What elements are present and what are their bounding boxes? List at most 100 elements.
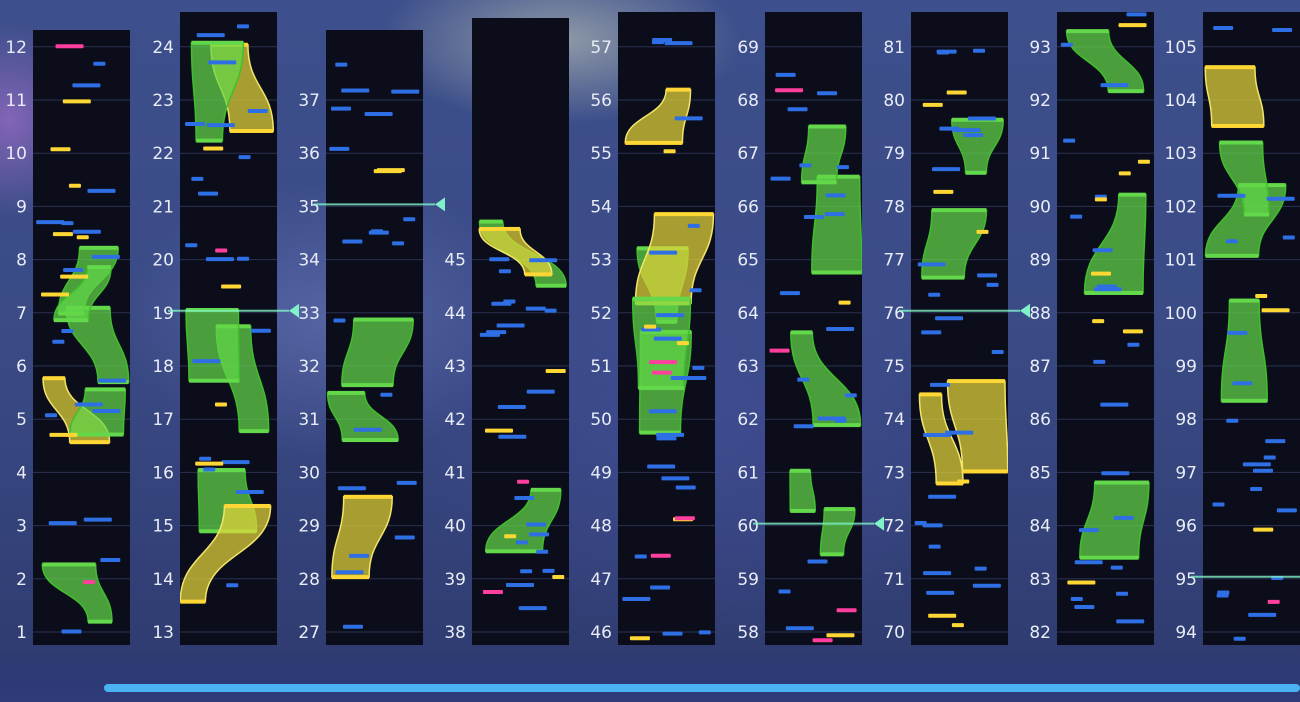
measure-number-label: 50 xyxy=(590,410,612,430)
lane-column-13-26[interactable] xyxy=(180,0,277,645)
tap-note xyxy=(656,432,685,437)
tap-note xyxy=(514,495,535,500)
measure-number-label: 45 xyxy=(444,251,466,271)
tap-note xyxy=(1227,330,1248,335)
lane-column-94-107[interactable] xyxy=(1203,0,1300,645)
measure-number-label: 44 xyxy=(444,304,466,324)
measure-number-label: 55 xyxy=(590,144,612,164)
slide-start-note xyxy=(42,376,65,381)
tap-note xyxy=(787,107,808,112)
slide-end-note xyxy=(638,386,684,391)
critical-note xyxy=(1137,159,1150,164)
measure-number-label: 99 xyxy=(1175,357,1197,377)
tap-note xyxy=(333,318,346,323)
tap-note xyxy=(923,571,952,576)
measure-number-label: 80 xyxy=(883,91,905,111)
critical-note xyxy=(826,633,855,638)
tap-note xyxy=(1263,455,1276,460)
tap-note xyxy=(515,540,528,545)
tap-note xyxy=(329,146,350,151)
progress-bar[interactable] xyxy=(104,684,1300,692)
lane-column-82-93[interactable] xyxy=(1057,12,1154,645)
lane-column-46-57[interactable] xyxy=(618,12,715,645)
measure-number-label: 77 xyxy=(883,251,905,271)
tap-note xyxy=(203,467,216,472)
tap-note xyxy=(1113,515,1134,520)
measure-number-label: 49 xyxy=(590,463,612,483)
tap-note xyxy=(529,532,550,537)
lane-column-58-69[interactable] xyxy=(765,12,862,645)
slide-end-note xyxy=(229,128,274,133)
slide-start-note xyxy=(824,507,855,512)
tap-note xyxy=(675,485,696,490)
tap-note xyxy=(498,269,511,274)
slide-end-note xyxy=(1221,398,1268,403)
tap-note xyxy=(1250,486,1263,491)
slide-start-note xyxy=(530,487,561,492)
measure-number-label: 87 xyxy=(1029,357,1051,377)
lane-column-27-37[interactable] xyxy=(326,30,423,645)
tap-note xyxy=(349,553,370,558)
tap-note xyxy=(826,327,855,332)
tap-note xyxy=(192,359,221,364)
measure-number-label: 95 xyxy=(1175,570,1197,590)
tap-note xyxy=(692,365,705,370)
measure-number-label: 65 xyxy=(737,251,759,271)
measure-number-label: 32 xyxy=(298,357,320,377)
tap-note xyxy=(496,323,525,328)
slide-start-note xyxy=(343,494,393,499)
tap-note xyxy=(208,60,237,65)
measure-number-label: 62 xyxy=(737,410,759,430)
tap-note xyxy=(689,288,702,293)
tap-note xyxy=(235,490,264,495)
slide-end-note xyxy=(820,552,844,557)
tap-note xyxy=(1116,619,1145,624)
measure-number-label: 16 xyxy=(152,463,174,483)
tap-note xyxy=(1248,612,1277,617)
critical-note xyxy=(49,432,78,437)
tap-note xyxy=(656,436,677,441)
tap-note xyxy=(622,596,651,601)
tap-note xyxy=(687,223,700,228)
slide-end-note xyxy=(239,429,269,434)
tap-note xyxy=(670,376,691,381)
flick-note xyxy=(649,360,678,365)
lane-column-1-12[interactable] xyxy=(33,30,130,645)
measure-number-label: 28 xyxy=(298,570,320,590)
bpm-marker-arrow-icon xyxy=(435,197,445,212)
tap-note xyxy=(779,291,800,296)
tap-note xyxy=(1265,439,1286,444)
critical-note xyxy=(1067,580,1096,585)
tap-note xyxy=(647,464,676,469)
measure-number-label: 94 xyxy=(1175,623,1197,643)
slide-start-note xyxy=(353,317,414,322)
tap-note xyxy=(651,40,664,45)
tap-note xyxy=(250,328,271,333)
lane-column-70-81[interactable] xyxy=(911,12,1008,645)
measure-number-label: 15 xyxy=(152,517,174,537)
critical-note xyxy=(76,235,89,240)
tap-note xyxy=(247,109,268,114)
tap-note xyxy=(917,262,946,267)
tap-note xyxy=(238,155,251,160)
tap-note xyxy=(664,41,693,46)
critical-note xyxy=(221,284,242,289)
tap-note xyxy=(921,330,942,335)
measure-number-label: 98 xyxy=(1175,410,1197,430)
tap-note xyxy=(98,378,127,383)
tap-note xyxy=(544,308,557,313)
tap-note xyxy=(963,133,984,138)
lane-column-38-45[interactable] xyxy=(472,18,569,645)
measure-number-label: 88 xyxy=(1029,304,1051,324)
critical-note xyxy=(1255,294,1268,299)
measure-number-label: 81 xyxy=(883,38,905,58)
measure-number-label: 42 xyxy=(444,410,466,430)
tap-note xyxy=(48,521,77,526)
tap-note xyxy=(1252,468,1273,473)
bpm-marker-arrow-icon xyxy=(874,516,884,531)
measure-number-label: 3 xyxy=(16,517,27,537)
flick-note xyxy=(482,590,503,595)
measure-number-label: 22 xyxy=(152,144,174,164)
tap-note xyxy=(93,61,106,66)
measure-number-label: 14 xyxy=(152,570,174,590)
